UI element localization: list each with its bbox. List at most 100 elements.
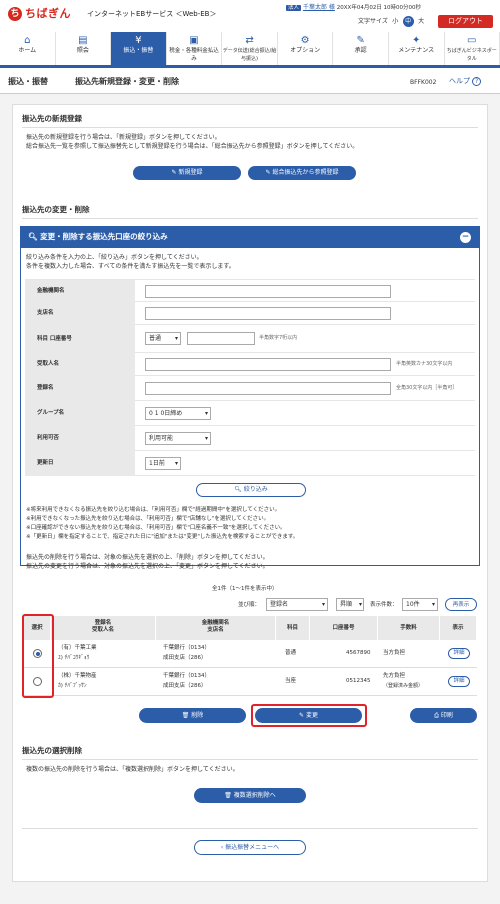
nav-label: 照会 [76, 47, 89, 54]
delete-label: 削除 [191, 712, 204, 719]
filter-note-4: ※「更新日」欄を指定することで、指定された日に"追加"または"変更"した振込先を… [26, 534, 299, 540]
chevron-down-icon: ▾ [204, 435, 208, 442]
recipient-input[interactable] [145, 358, 391, 371]
back-label: 振込振替メニューへ [225, 844, 280, 851]
user-name-link[interactable]: 千葉太郎 様 [303, 4, 335, 11]
chevron-down-icon: ▾ [204, 410, 208, 417]
list-desc-2: 振込先の変更を行う場合は、対象の振込先を選択の上、「変更」ボタンを押してください… [26, 563, 269, 570]
row-reg-name: （株）千葉物産 [58, 673, 97, 679]
bank-logo-text[interactable]: ちばぎん [25, 7, 71, 21]
nav-item-option[interactable]: ⚙ オプション [278, 32, 334, 65]
nav-label: 振込・振替 [123, 47, 154, 54]
detail-button[interactable]: 詳細 [448, 676, 470, 687]
font-large-button[interactable]: 大 [416, 16, 427, 27]
screen-code: BFFK002 [410, 79, 437, 86]
change-button-highlight [251, 704, 367, 727]
bank-logo-mark: ち [8, 7, 22, 21]
form-row-reg-name: 登録名 全角30文字以内［半角可］ [25, 376, 475, 401]
font-size-label: 文字サイズ [358, 18, 388, 25]
new-section-desc-2: 総合振込先一覧を参照して振込振替先として新規登録を行う場合は、「総合振込先から参… [26, 143, 359, 150]
nav-label: 承認 [354, 47, 367, 54]
transfer-icon: ¥ [135, 35, 142, 46]
help-link[interactable]: ヘルプ ? [449, 77, 482, 86]
bank-input[interactable] [145, 285, 391, 298]
recipient-hint: 半角英数カナ30文字以内 [396, 361, 453, 367]
nav-label: ちばぎんビジネスポータル [446, 48, 497, 62]
nav-item-home[interactable]: ⌂ ホーム [0, 32, 56, 65]
bank-label: 金融機関名 [25, 280, 135, 303]
row-reg-name: （有）千葉工業 [58, 645, 97, 651]
per-page-select[interactable]: 10件 ▾ [402, 598, 438, 611]
row-bank: 千葉銀行（0134） [163, 645, 210, 651]
inquiry-icon: ▤ [78, 35, 88, 46]
order-select[interactable]: 昇順 ▾ [336, 598, 364, 611]
detail-button[interactable]: 詳細 [448, 648, 470, 659]
per-page-value: 10件 [406, 601, 420, 608]
nav-item-inquiry[interactable]: ▤ 照会 [56, 32, 112, 65]
chevron-down-icon: ▾ [174, 460, 178, 467]
logout-button[interactable]: ログアウト [438, 15, 493, 28]
nav-item-data[interactable]: ⇄ データ伝送(総合振込/給与振込) [222, 32, 278, 65]
new-section-title: 振込先の新規登録 [22, 114, 478, 128]
account-number-input[interactable] [187, 332, 255, 345]
approve-icon: ✎ [356, 35, 365, 46]
availability-value: 利用可能 [149, 435, 174, 442]
form-row-availability: 利用可否 利用可能 ▾ [25, 426, 475, 451]
print-label: 印刷 [440, 712, 453, 719]
service-name: インターネットEBサービス ＜Web-EB＞ [87, 10, 217, 18]
back-to-menu-button[interactable]: ‹ 振込振替メニューへ [194, 840, 306, 855]
sort-label: 並び順： [238, 602, 261, 608]
nav-label: メンテナンス [398, 47, 435, 54]
chevron-down-icon: ▾ [358, 601, 362, 608]
col-fee: 手数料 [378, 616, 440, 640]
row-fee-note: （登録済み金額） [383, 683, 424, 689]
data-icon: ⇄ [245, 35, 254, 46]
nav-item-portal[interactable]: ▭ ちばぎんビジネスポータル [445, 32, 500, 65]
form-row-updated: 更新日 1日前 ▾ [25, 451, 475, 476]
nav-item-transfer[interactable]: ¥ 振込・振替 [111, 32, 167, 65]
account-type-select[interactable]: 普通 ▾ [145, 332, 181, 345]
col-name: 登録名 受取人名 [51, 616, 156, 640]
group-select[interactable]: 0 1 0日締め ▾ [145, 407, 211, 420]
font-small-button[interactable]: 小 [390, 16, 401, 27]
row-branch: 成田支店（286） [163, 683, 207, 689]
branch-input[interactable] [145, 307, 391, 320]
printer-icon: ⎙ [434, 712, 441, 719]
print-button[interactable]: ⎙ 印刷 [410, 708, 477, 723]
delete-button[interactable]: 🗑︎ 削除 [139, 708, 246, 723]
row-kind: 当座 [285, 678, 297, 684]
filter-desc-2: 条件を複数入力した場合、すべての条件を満たす振込先を一覧で表示します。 [26, 263, 235, 270]
availability-label: 利用可否 [25, 426, 135, 451]
multi-delete-button[interactable]: 🗑︎ 複数選択削除へ [194, 788, 306, 803]
change-section-title: 振込先の変更・削除 [22, 205, 478, 219]
form-row-group: グループ名 0 1 0日締め ▾ [25, 401, 475, 426]
reg-name-input[interactable] [145, 382, 391, 395]
nav-item-maintenance[interactable]: ✦ メンテナンス [389, 32, 445, 65]
home-icon: ⌂ [24, 35, 31, 46]
nav-label: オプション [290, 47, 321, 54]
updated-label: 更新日 [25, 451, 135, 476]
global-nav: ⌂ ホーム ▤ 照会 ¥ 振込・振替 ▣ 税金・各種料金払込み ⇄ データ伝送(総合振込/… [0, 32, 500, 68]
multi-section-title: 振込先の選択削除 [22, 746, 478, 760]
new-register-button[interactable]: ✎ 新規登録 [133, 166, 241, 180]
updated-select[interactable]: 1日前 ▾ [145, 457, 181, 470]
nav-item-approve[interactable]: ✎ 承認 [333, 32, 389, 65]
filter-button[interactable]: 🔍︎ 絞り込み [196, 483, 306, 497]
reference-register-button[interactable]: ✎ 総合振込先から参照登録 [248, 166, 356, 180]
sort-select[interactable]: 登録名 ▾ [266, 598, 328, 611]
list-desc-1: 振込先の削除を行う場合は、対象の振込先を選択の上、「削除」ボタンを押してください… [26, 554, 269, 561]
form-row-bank: 金融機関名 [25, 279, 475, 303]
portal-icon: ▭ [467, 35, 477, 46]
collapse-icon[interactable]: − [460, 232, 471, 243]
filter-button-label: 絞り込み [243, 486, 268, 493]
filter-accordion-header[interactable]: 🔍︎ 変更・削除する振込先口座の絞り込み [20, 226, 480, 248]
chevron-down-icon: ▾ [321, 601, 325, 608]
recipient-label: 受取人名 [25, 353, 135, 376]
nav-item-tax[interactable]: ▣ 税金・各種料金払込み [167, 32, 223, 65]
help-icon: ? [472, 77, 482, 86]
per-page-label: 表示件数： [370, 602, 398, 608]
redisplay-button[interactable]: 再表示 [445, 598, 477, 611]
availability-select[interactable]: 利用可能 ▾ [145, 432, 211, 445]
font-medium-button[interactable]: 中 [402, 16, 414, 27]
sort-value: 登録名 [270, 601, 289, 608]
